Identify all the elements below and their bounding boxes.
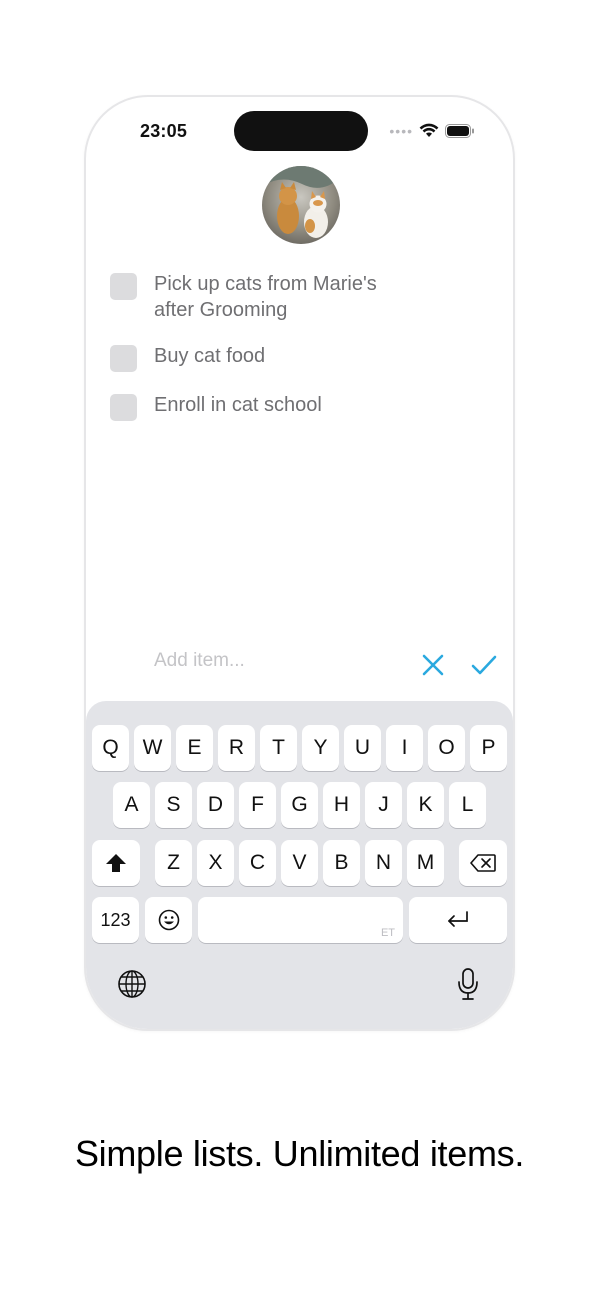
add-item-input[interactable]	[154, 650, 404, 672]
return-icon	[448, 911, 468, 927]
key-m[interactable]: M	[407, 840, 444, 886]
key-i[interactable]: I	[386, 725, 423, 771]
key-c[interactable]: C	[239, 840, 276, 886]
key-r[interactable]: R	[218, 725, 255, 771]
todo-item[interactable]: Buy cat food	[110, 343, 490, 372]
key-u[interactable]: U	[344, 725, 381, 771]
wifi-icon	[419, 123, 439, 137]
return-key[interactable]	[409, 897, 507, 943]
cats-photo-avatar[interactable]	[262, 166, 340, 244]
item-label: Buy cat food	[154, 345, 266, 367]
add-item-row	[154, 650, 504, 680]
key-e[interactable]: E	[176, 725, 213, 771]
keyboard: Q W E R T Y U I O P A S D F G H J K L Z …	[86, 701, 513, 1029]
item-checkbox[interactable]	[110, 345, 137, 372]
key-n[interactable]: N	[365, 840, 402, 886]
item-label: Enroll in cat school	[154, 394, 322, 416]
emoji-key[interactable]	[145, 897, 192, 943]
shift-arrow-icon	[106, 854, 126, 872]
battery-icon	[445, 123, 474, 138]
key-p[interactable]: P	[470, 725, 507, 771]
item-checkbox[interactable]	[110, 273, 137, 300]
signal-dots-icon: ••••	[389, 122, 413, 139]
space-language-label: ET	[380, 927, 395, 939]
microphone-icon[interactable]	[456, 967, 480, 1001]
status-icons: ••••	[389, 123, 475, 138]
key-d[interactable]: D	[197, 782, 234, 828]
key-s[interactable]: S	[155, 782, 192, 828]
space-key[interactable]: ET	[198, 897, 403, 943]
key-z[interactable]: Z	[155, 840, 192, 886]
item-checkbox[interactable]	[110, 394, 137, 421]
key-k[interactable]: K	[407, 782, 444, 828]
status-time: 23:05	[140, 121, 188, 141]
todo-list: Pick up cats from Marie's after Grooming…	[110, 271, 490, 441]
key-g[interactable]: G	[281, 782, 318, 828]
key-h[interactable]: H	[323, 782, 360, 828]
todo-item[interactable]: Pick up cats from Marie's after Grooming	[110, 271, 490, 323]
backspace-key[interactable]	[459, 840, 507, 886]
emoji-face-icon	[158, 909, 179, 931]
key-w[interactable]: W	[134, 725, 171, 771]
shift-key[interactable]	[92, 840, 140, 886]
cats-photo-icon	[262, 166, 340, 244]
key-b[interactable]: B	[323, 840, 360, 886]
key-t[interactable]: T	[260, 725, 297, 771]
key-q[interactable]: Q	[92, 725, 129, 771]
todo-item[interactable]: Enroll in cat school	[110, 392, 490, 421]
key-y[interactable]: Y	[302, 725, 339, 771]
tagline: Simple lists. Unlimited items.	[74, 1133, 525, 1174]
cancel-x-icon[interactable]	[420, 652, 446, 678]
key-j[interactable]: J	[365, 782, 402, 828]
key-v[interactable]: V	[281, 840, 318, 886]
key-l[interactable]: L	[449, 782, 486, 828]
key-f[interactable]: F	[239, 782, 276, 828]
backspace-icon	[470, 854, 496, 872]
phone-frame: 23:05 •••• Pick up cats from Marie's aft…	[84, 95, 515, 1031]
dynamic-island	[234, 111, 368, 151]
key-x[interactable]: X	[197, 840, 234, 886]
key-o[interactable]: O	[428, 725, 465, 771]
numbers-key[interactable]: 123	[92, 897, 139, 943]
globe-icon[interactable]	[117, 969, 147, 999]
key-a[interactable]: A	[113, 782, 150, 828]
item-label: Pick up cats from Marie's after Grooming	[154, 273, 377, 321]
confirm-check-icon[interactable]	[470, 652, 498, 678]
